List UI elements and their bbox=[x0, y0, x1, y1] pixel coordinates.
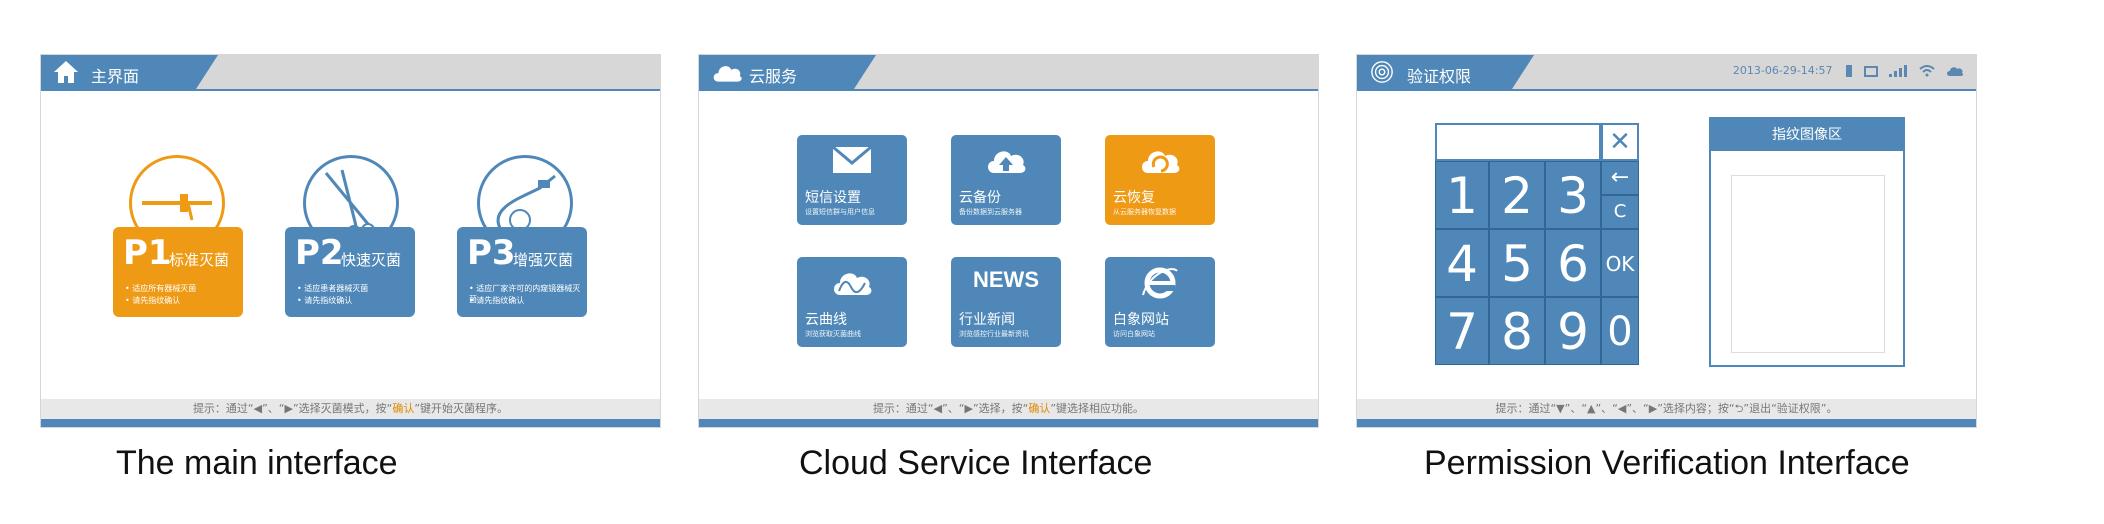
keypad-ok-button[interactable]: OK bbox=[1601, 229, 1639, 297]
keypad-close-button[interactable]: ✕ bbox=[1601, 123, 1639, 161]
pin-display[interactable] bbox=[1435, 123, 1601, 161]
bottom-bar bbox=[1357, 419, 1976, 427]
hint-text: 提示：通过“▼”、“▲”、“◀”、“▶”选择内容；按“⮌”退出“验证权限”。 bbox=[1495, 402, 1838, 415]
tile-label: 云恢复 bbox=[1113, 190, 1155, 206]
tile-cloud-backup[interactable]: 云备份 备份数据到云服务器 bbox=[951, 135, 1061, 225]
mode-card-p2[interactable]: P2 快速灭菌 • 适应患者器械灭菌 • 请先指纹确认 bbox=[285, 227, 415, 317]
tile-label: 云曲线 bbox=[805, 312, 847, 328]
permission-caption: Permission Verification Interface bbox=[1424, 444, 1910, 482]
header-tab: 验证权限 bbox=[1357, 55, 1534, 89]
hint-text: 提示：通过“◀”、“▶”选择，按“ bbox=[872, 402, 1029, 415]
keypad-digit-2[interactable]: 2 bbox=[1489, 161, 1545, 229]
mode-name: 快速灭菌 bbox=[341, 251, 402, 269]
fingerprint-icon bbox=[1371, 61, 1393, 83]
datetime: 2013-06-29-14:57 bbox=[1732, 64, 1833, 77]
mode-number: P2 bbox=[295, 233, 344, 273]
tile-website[interactable]: 白象网站 访问白象网站 bbox=[1105, 257, 1215, 347]
keypad-digit-3[interactable]: 3 bbox=[1545, 161, 1601, 229]
cloud-service-panel: 云服务 短信设置 设置短信群与用户信息 云备份 备份数据到云服务器 云恢复 从云… bbox=[698, 54, 1319, 428]
keypad-digit-5[interactable]: 5 bbox=[1489, 229, 1545, 297]
header-underline bbox=[1357, 89, 1976, 91]
header-tab: 主界面 bbox=[41, 55, 218, 89]
mode-bullet: • 请先指纹确认 bbox=[125, 296, 181, 305]
tile-sms-settings[interactable]: 短信设置 设置短信群与用户信息 bbox=[797, 135, 907, 225]
hint-bar: 提示：通过“◀”、“▶”选择，按“确认”键选择相应功能。 bbox=[699, 399, 1318, 419]
hint-text: 提示：通过“◀”、“▶”选择灭菌模式，按“ bbox=[192, 402, 393, 415]
keypad-digit-6[interactable]: 6 bbox=[1545, 229, 1601, 297]
tile-cloud-curve[interactable]: 云曲线 浏览获取灭菌曲线 bbox=[797, 257, 907, 347]
status-area: 2013-06-29-14:57 bbox=[1733, 64, 1964, 77]
keypad-digit-0[interactable]: 0 bbox=[1601, 297, 1639, 365]
keypad-backspace-button[interactable]: ← bbox=[1601, 161, 1639, 195]
tile-cloud-restore[interactable]: 云恢复 从云服务器恢复数据 bbox=[1105, 135, 1215, 225]
news-icon: NEWS bbox=[973, 267, 1039, 292]
curve-icon bbox=[834, 273, 872, 295]
mode-number: P1 bbox=[123, 233, 172, 273]
main-caption: The main interface bbox=[116, 444, 398, 482]
cloud-upload-icon bbox=[988, 151, 1026, 173]
mode-number: P3 bbox=[467, 233, 516, 273]
ie-browser-icon bbox=[1142, 267, 1178, 299]
hint-bar: 提示：通过“◀”、“▶”选择灭菌模式，按“确认”键开始灭菌程序。 bbox=[41, 399, 660, 419]
fingerprint-image bbox=[1731, 175, 1885, 353]
cloud-status-icon bbox=[1947, 67, 1964, 76]
fingerprint-area-title: 指纹图像区 bbox=[1711, 119, 1903, 151]
tile-sub: 从云服务器恢复数据 bbox=[1113, 208, 1176, 216]
keypad-clear-button[interactable]: C bbox=[1601, 195, 1639, 229]
tile-label: 行业新闻 bbox=[959, 312, 1015, 328]
fingerprint-area: 指纹图像区 bbox=[1709, 117, 1905, 367]
tile-sub: 浏览感控行业最新资讯 bbox=[959, 330, 1029, 338]
cloud-restore-icon bbox=[1142, 151, 1180, 173]
usb-icon bbox=[1846, 65, 1852, 77]
main-interface-panel: 主界面 P1 标准灭菌 • 适应所有器械灭菌 • 请先指纹确认 P2 快速灭菌 … bbox=[40, 54, 661, 428]
tile-label: 短信设置 bbox=[805, 190, 861, 206]
hint-key: 确认 bbox=[392, 402, 415, 415]
hint-text: ”键开始灭菌程序。 bbox=[414, 402, 509, 415]
hint-key: 确认 bbox=[1028, 402, 1051, 415]
bottom-bar bbox=[41, 419, 660, 427]
signal-icon bbox=[1889, 65, 1907, 77]
keypad-digit-9[interactable]: 9 bbox=[1545, 297, 1601, 365]
home-icon bbox=[54, 61, 78, 83]
header-tab: 云服务 bbox=[699, 55, 876, 89]
window-icon bbox=[1863, 65, 1878, 77]
tile-sub: 备份数据到云服务器 bbox=[959, 208, 1022, 216]
header-underline bbox=[41, 89, 660, 91]
bottom-bar bbox=[699, 419, 1318, 427]
hint-text: ”键选择相应功能。 bbox=[1050, 402, 1145, 415]
tile-sub: 访问白象网站 bbox=[1113, 330, 1155, 338]
keypad-digit-4[interactable]: 4 bbox=[1435, 229, 1489, 297]
keypad-digit-1[interactable]: 1 bbox=[1435, 161, 1489, 229]
page-title: 云服务 bbox=[749, 67, 798, 86]
cloud-icon bbox=[713, 66, 742, 82]
tile-label: 云备份 bbox=[959, 190, 1001, 206]
mode-card-p1[interactable]: P1 标准灭菌 • 适应所有器械灭菌 • 请先指纹确认 bbox=[113, 227, 243, 317]
mode-bullet: • 适应所有器械灭菌 bbox=[125, 284, 197, 293]
tile-industry-news[interactable]: NEWS 行业新闻 浏览感控行业最新资讯 bbox=[951, 257, 1061, 347]
mode-bullet: • 适应患者器械灭菌 bbox=[297, 284, 369, 293]
keypad-digit-7[interactable]: 7 bbox=[1435, 297, 1489, 365]
hint-bar: 提示：通过“▼”、“▲”、“◀”、“▶”选择内容；按“⮌”退出“验证权限”。 bbox=[1357, 399, 1976, 419]
mode-name: 标准灭菌 bbox=[169, 251, 230, 269]
tile-sub: 设置短信群与用户信息 bbox=[805, 208, 875, 216]
header-underline bbox=[699, 89, 1318, 91]
mode-bullet: • 请先指纹确认 bbox=[297, 296, 353, 305]
cloud-caption: Cloud Service Interface bbox=[799, 444, 1153, 482]
tile-sub: 浏览获取灭菌曲线 bbox=[805, 330, 861, 338]
mode-bullet: • 请先指纹确认 bbox=[469, 296, 525, 305]
envelope-icon bbox=[832, 145, 872, 173]
keypad-digit-8[interactable]: 8 bbox=[1489, 297, 1545, 365]
page-title: 验证权限 bbox=[1407, 67, 1472, 86]
mode-name: 增强灭菌 bbox=[513, 251, 574, 269]
wifi-icon bbox=[1918, 65, 1935, 77]
mode-card-p3[interactable]: P3 增强灭菌 • 适应厂家许可的内窥镜器械灭菌 • 请先指纹确认 bbox=[457, 227, 587, 317]
page-title: 主界面 bbox=[91, 67, 140, 86]
permission-panel: 验证权限 2013-06-29-14:57 ✕ 1 2 3 ← C 4 5 6 … bbox=[1356, 54, 1977, 428]
tile-label: 白象网站 bbox=[1113, 312, 1169, 328]
